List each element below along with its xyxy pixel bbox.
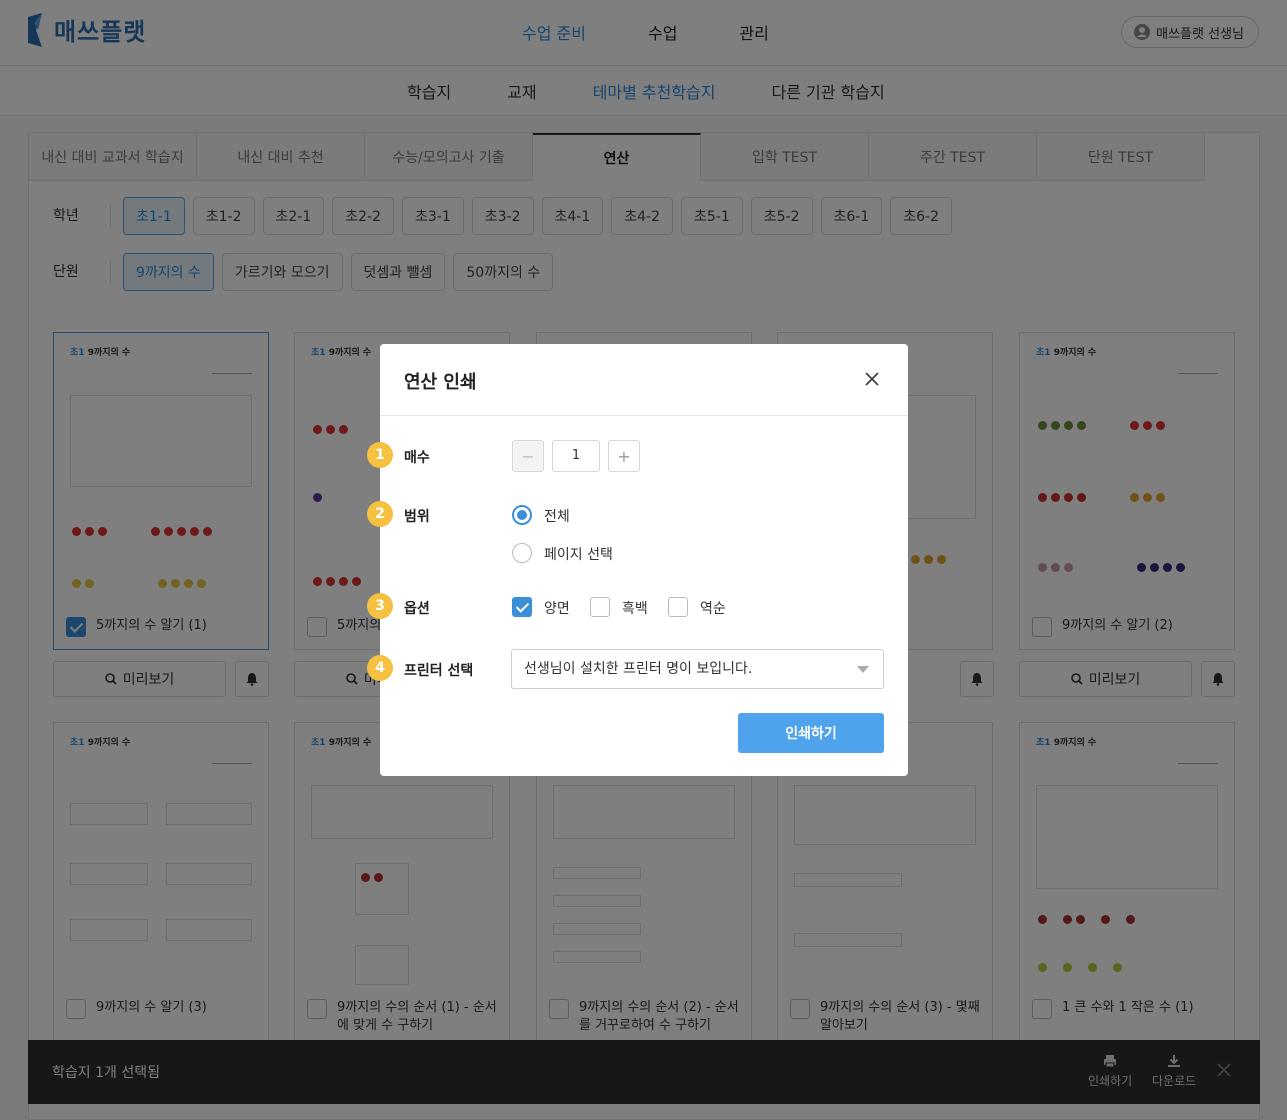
decrement-button[interactable]: − (512, 440, 544, 472)
printer-label: 프린터 선택 (404, 663, 474, 679)
step-badge: 2 (367, 501, 393, 527)
dialog-title: 연산 인쇄 (404, 372, 477, 393)
print-submit-button[interactable]: 인쇄하기 (738, 713, 884, 753)
range-label: 범위 (404, 509, 430, 525)
step-badge: 4 (367, 655, 393, 681)
grayscale-checkbox[interactable] (590, 597, 610, 617)
step-badge: 1 (367, 442, 393, 468)
printer-select-value: 선생님이 설치한 프린터 명이 보입니다. (524, 661, 753, 677)
range-all-label[interactable]: 전체 (544, 506, 570, 526)
step-badge: 3 (367, 593, 393, 619)
options-label: 옵션 (404, 601, 430, 617)
printer-select[interactable]: 선생님이 설치한 프린터 명이 보입니다. (511, 649, 884, 689)
print-dialog: 연산 인쇄 1 매수 − 1 + 2 범위 전체 페이지 선택 3 옵션 양면 … (367, 344, 908, 776)
range-page-radio[interactable] (512, 543, 532, 563)
duplex-checkbox[interactable] (512, 597, 532, 617)
range-all-radio[interactable] (512, 505, 532, 525)
copies-input[interactable]: 1 (552, 440, 600, 472)
range-page-label[interactable]: 페이지 선택 (544, 544, 613, 564)
dialog-divider (380, 415, 908, 416)
grayscale-label[interactable]: 흑백 (622, 598, 648, 618)
duplex-label[interactable]: 양면 (544, 598, 570, 618)
reverse-checkbox[interactable] (668, 597, 688, 617)
close-icon[interactable] (864, 371, 880, 387)
increment-button[interactable]: + (608, 440, 640, 472)
reverse-label[interactable]: 역순 (700, 598, 726, 618)
chevron-down-icon (857, 666, 869, 673)
copies-label: 매수 (404, 450, 430, 466)
